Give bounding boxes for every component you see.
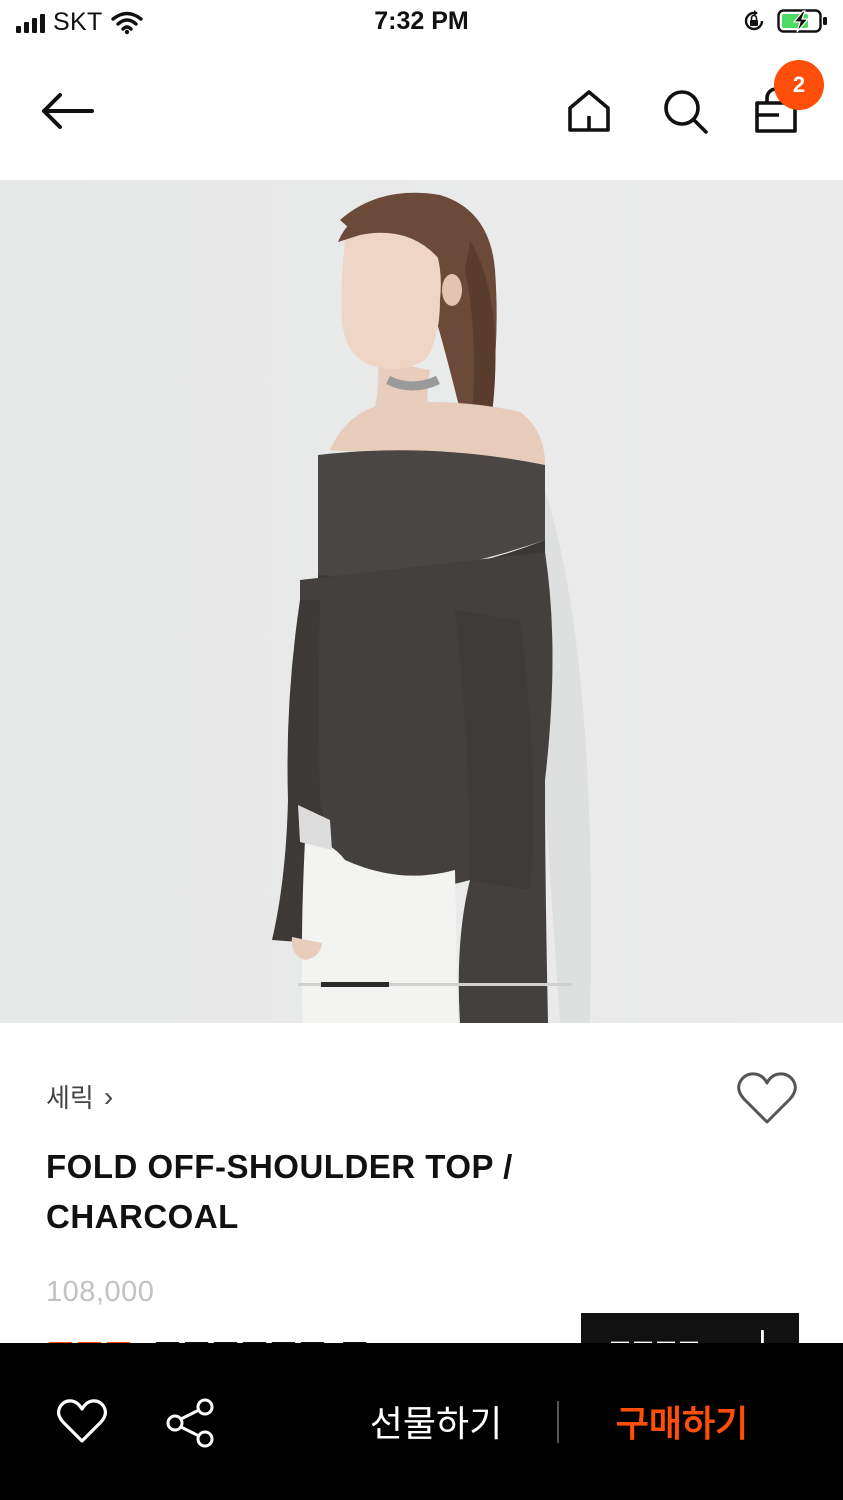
rotation-lock-icon (744, 10, 764, 31)
model-photo-icon (0, 180, 843, 1023)
search-button[interactable] (655, 81, 715, 141)
battery-charging-icon (777, 9, 827, 33)
chevron-right-icon: › (103, 1080, 114, 1112)
gallery-pager-indicator (321, 982, 389, 987)
status-right (741, 8, 829, 34)
status-bar: SKT 7:32 PM (0, 0, 843, 48)
search-icon (664, 90, 708, 134)
bottom-wishlist-button[interactable] (52, 1393, 112, 1449)
sale-price-row: ■■■ ■■■■■■ ■ (46, 1324, 369, 1343)
gift-button[interactable]: 선물하기 (336, 1395, 536, 1447)
heart-outline-icon (737, 1072, 797, 1124)
buy-button[interactable]: 구매하기 (582, 1395, 782, 1447)
cart-count-badge: 2 (774, 60, 824, 110)
brand-name: 세릭 (46, 1083, 94, 1113)
status-time: 7:32 PM (374, 7, 469, 35)
bottom-action-bar: 선물하기 구매하기 (0, 1343, 843, 1500)
back-arrow-icon (42, 93, 94, 129)
share-icon (166, 1398, 214, 1448)
wishlist-button[interactable] (736, 1070, 798, 1131)
coupon-button[interactable]: ▬ ▬ ▬ ▬ ┃ (581, 1313, 799, 1343)
bottom-bar-divider (557, 1401, 559, 1443)
product-title-line1: FOLD OFF-SHOULDER TOP / (46, 1148, 513, 1185)
discount-percent: ■■■ (46, 1324, 133, 1343)
home-button[interactable] (559, 81, 619, 141)
product-image[interactable] (0, 180, 843, 1023)
share-button[interactable] (160, 1395, 220, 1451)
product-title-line2: CHARCOAL (46, 1198, 239, 1235)
original-price: 108,000 (46, 1276, 155, 1308)
heart-outline-icon (56, 1399, 108, 1443)
nav-bar: 2 (0, 48, 843, 180)
product-title: FOLD OFF-SHOULDER TOP / CHARCOAL (46, 1142, 666, 1242)
back-button[interactable] (38, 81, 98, 141)
home-icon (568, 90, 610, 132)
sale-price: ■■■■■■ ■ (153, 1324, 369, 1343)
coupon-label-clipped: ▬ ▬ ▬ ▬ (611, 1331, 699, 1343)
download-icon: ┃ (757, 1331, 768, 1343)
brand-link[interactable]: 세릭 › (46, 1078, 113, 1115)
